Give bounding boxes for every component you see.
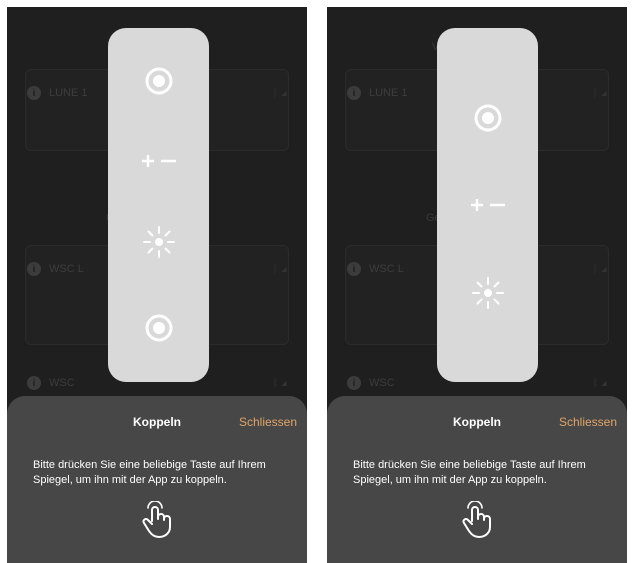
phone-screen-right: Verfügbare Geräte i LUNE 1 ᛒ ◢ Gespeiche… [327, 7, 627, 563]
info-icon: i [347, 262, 361, 276]
info-icon: i [27, 262, 41, 276]
phone-screen-left: Verfügbare Geräte i LUNE 1 ᛒ ◢ Gespeiche… [7, 7, 307, 563]
power-icon [145, 314, 172, 342]
info-icon: i [27, 376, 41, 390]
bluetooth-signal-icon: ᛒ ◢ [592, 87, 607, 99]
plus-minus-button[interactable] [468, 185, 508, 225]
brightness-icon [471, 277, 504, 309]
info-icon: i [347, 86, 361, 100]
bluetooth-signal-icon: ᛒ ◢ [272, 377, 287, 389]
bluetooth-signal-icon: ᛒ ◢ [592, 377, 607, 389]
bluetooth-signal-icon: ᛒ ◢ [272, 87, 287, 99]
remote-control [108, 28, 209, 382]
brightness-button[interactable] [139, 222, 179, 262]
bluetooth-signal-icon: ᛒ ◢ [272, 263, 287, 275]
plus-minus-icon [141, 155, 176, 167]
pairing-instructions: Bitte drücken Sie eine beliebige Taste a… [353, 459, 586, 486]
pairing-instructions: Bitte drücken Sie eine beliebige Taste a… [33, 459, 266, 486]
info-icon: i [347, 376, 361, 390]
remote-control [437, 28, 538, 382]
hand-tap-icon [462, 501, 491, 538]
power-icon [145, 67, 172, 95]
brightness-button[interactable] [468, 273, 508, 313]
pairing-sheet: Koppeln Schliessen Bitte drücken Sie ein… [7, 396, 307, 563]
close-button[interactable]: Schliessen [559, 415, 617, 429]
bluetooth-signal-icon: ᛒ ◢ [592, 263, 607, 275]
power-button[interactable] [468, 98, 508, 138]
power-button[interactable] [139, 308, 179, 348]
power-icon [474, 104, 501, 132]
plus-minus-button[interactable] [139, 141, 179, 181]
power-button[interactable] [139, 61, 179, 101]
hand-tap-icon [142, 501, 171, 538]
pairing-sheet: Koppeln Schliessen Bitte drücken Sie ein… [327, 396, 627, 563]
close-button[interactable]: Schliessen [239, 415, 297, 429]
info-icon: i [27, 86, 41, 100]
plus-minus-icon [470, 199, 505, 211]
brightness-icon [142, 226, 175, 258]
